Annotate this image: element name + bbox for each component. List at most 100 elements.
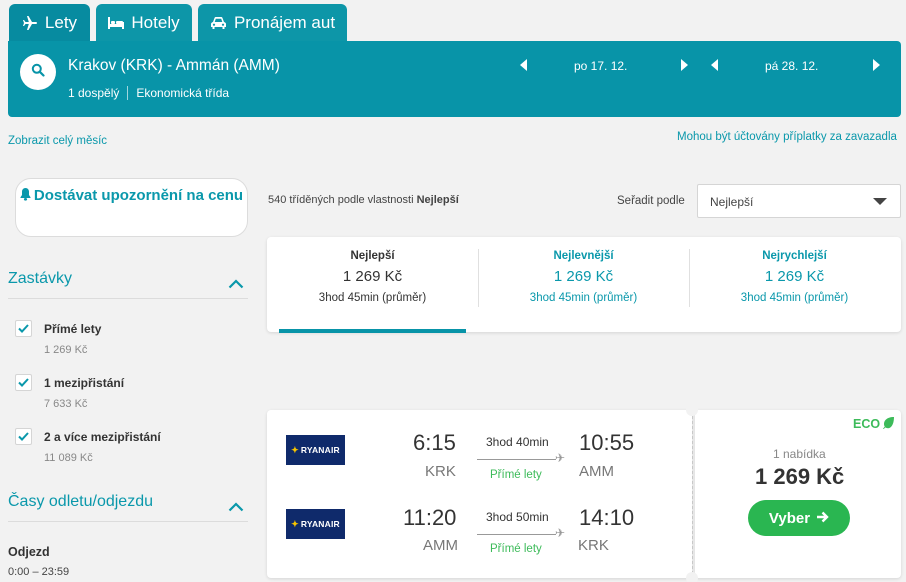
- depart-next-arrow-icon[interactable]: [678, 58, 690, 72]
- divider: [692, 416, 693, 574]
- sort-tab-title: Nejrychlejší: [762, 250, 827, 262]
- whole-month-link[interactable]: Zobrazit celý měsíc: [8, 135, 107, 147]
- sort-tab-title: Nejlepší: [350, 250, 395, 262]
- stops-two-plus-price: 11 089 Kč: [44, 452, 93, 464]
- times-title[interactable]: Časy odletu/odjezdu: [8, 493, 153, 511]
- checkmark-icon: [18, 374, 29, 392]
- departure-label: Odjezd: [8, 545, 50, 559]
- price-alert-label: Dostávat upozornění na cenu: [33, 187, 244, 204]
- passengers-text: 1 dospělý: [68, 86, 120, 100]
- sort-tab-cheapest[interactable]: Nejlevnější 1 269 Kč 3hod 45min (průměr): [478, 237, 689, 332]
- sort-select[interactable]: Nejlepší: [697, 184, 901, 218]
- flight-price: 1 269 Kč: [755, 464, 845, 489]
- card-notch: [686, 572, 698, 582]
- stops-info: Přímé lety: [490, 543, 542, 555]
- plane-icon: [22, 15, 38, 31]
- card-notch: [686, 404, 698, 416]
- stops-two-plus-checkbox[interactable]: [15, 428, 32, 445]
- chevron-up-icon[interactable]: [228, 276, 244, 289]
- harp-icon: ✦: [291, 518, 299, 529]
- cabin-class-text: Ekonomická třída: [136, 86, 230, 100]
- active-tab-indicator: [279, 329, 466, 333]
- tab-hotels[interactable]: Hotely: [96, 4, 192, 42]
- sort-tabs: Nejlepší 1 269 Kč 3hod 45min (průměr) Ne…: [267, 237, 901, 332]
- route-text[interactable]: Krakov (KRK) - Ammán (AMM): [68, 57, 280, 75]
- arrival-time: 14:10: [579, 505, 635, 530]
- chevron-up-icon[interactable]: [228, 499, 244, 512]
- stops-two-plus-label[interactable]: 2 a více mezipřistání: [44, 430, 161, 444]
- trip-meta[interactable]: 1 dospělý Ekonomická třída: [68, 86, 229, 100]
- flight-card-price-panel: [695, 410, 901, 578]
- price-alert-button[interactable]: Dostávat upozornění na cenu: [15, 178, 248, 237]
- departure-airport: KRK: [425, 463, 456, 480]
- route-line: [477, 534, 556, 535]
- sort-tab-duration: 3hod 45min (průměr): [318, 292, 427, 304]
- stops-one-checkbox[interactable]: [15, 374, 32, 391]
- departure-range: 0:00 – 23:59: [8, 566, 70, 578]
- car-icon: [210, 16, 227, 30]
- search-summary-bar: [8, 41, 901, 117]
- sort-tab-best[interactable]: Nejlepší 1 269 Kč 3hod 45min (průměr): [267, 237, 478, 332]
- stops-one-label[interactable]: 1 mezipřistání: [44, 376, 124, 390]
- baggage-fees-link[interactable]: Mohou být účtovány příplatky za zavazadl…: [677, 131, 897, 143]
- arrival-time: 10:55: [579, 430, 635, 455]
- sort-tab-price: 1 269 Kč: [342, 268, 403, 285]
- stops-direct-label[interactable]: Přímé lety: [44, 322, 101, 336]
- harp-icon: ✦: [291, 444, 299, 455]
- divider: [8, 521, 248, 522]
- search-button[interactable]: [20, 54, 56, 90]
- results-count-text: 540 tříděných podle vlastnosti: [268, 194, 414, 206]
- departure-airport: AMM: [423, 537, 458, 554]
- airline-name: RYANAIR: [300, 519, 340, 529]
- stops-info: Přímé lety: [490, 469, 542, 481]
- eco-label: ECO: [853, 417, 881, 431]
- eco-badge: ECO: [853, 416, 895, 432]
- divider: [127, 86, 129, 100]
- depart-prev-arrow-icon[interactable]: [517, 58, 529, 72]
- search-icon: [31, 63, 45, 82]
- tab-label: Lety: [44, 13, 78, 32]
- sort-tab-fastest[interactable]: Nejrychlejší 1 269 Kč 3hod 45min (průměr…: [689, 237, 900, 332]
- arrival-airport: AMM: [579, 463, 614, 480]
- return-date[interactable]: pá 28. 12.: [765, 59, 818, 73]
- divider: [8, 298, 248, 299]
- flight-duration: 3hod 50min: [486, 510, 549, 524]
- sort-tab-title: Nejlevnější: [553, 250, 614, 262]
- airline-name: RYANAIR: [300, 445, 340, 455]
- sort-tab-duration: 3hod 45min (průměr): [529, 292, 638, 304]
- return-next-arrow-icon[interactable]: [870, 58, 882, 72]
- arrow-right-icon: [816, 510, 829, 527]
- select-button-label: Vyber: [768, 509, 811, 527]
- tab-car-rental[interactable]: Pronájem aut: [198, 4, 347, 42]
- return-prev-arrow-icon[interactable]: [708, 58, 720, 72]
- departure-time: 6:15: [413, 430, 456, 455]
- sort-label: Seřadit podle: [617, 195, 685, 207]
- airline-logo: ✦ RYANAIR: [286, 509, 345, 539]
- bed-icon: [108, 16, 125, 30]
- sort-tab-price: 1 269 Kč: [553, 268, 614, 285]
- leaf-icon: [882, 416, 895, 432]
- departure-time: 11:20: [403, 505, 457, 530]
- stops-direct-checkbox[interactable]: [15, 320, 32, 337]
- results-sort-key: Nejlepší: [416, 194, 459, 206]
- sort-tab-duration: 3hod 45min (průměr): [740, 292, 849, 304]
- results-count: 540 tříděných podle vlastnosti Nejlepší: [268, 194, 459, 206]
- plane-icon: ✈: [555, 526, 566, 540]
- arrival-airport: KRK: [578, 537, 609, 554]
- stops-title[interactable]: Zastávky: [8, 270, 72, 288]
- tab-label: Hotely: [131, 13, 180, 32]
- plane-icon: ✈: [555, 451, 566, 465]
- tab-flights[interactable]: Lety: [9, 4, 90, 42]
- tab-label: Pronájem aut: [233, 13, 336, 32]
- checkmark-icon: [18, 428, 29, 446]
- route-line: [477, 459, 556, 460]
- select-flight-button[interactable]: Vyber: [748, 500, 850, 536]
- depart-date[interactable]: po 17. 12.: [574, 59, 627, 73]
- sort-select-value: Nejlepší: [710, 195, 754, 209]
- checkmark-icon: [18, 320, 29, 338]
- caret-down-icon[interactable]: [873, 198, 887, 205]
- sort-tab-price: 1 269 Kč: [764, 268, 825, 285]
- bell-icon: [20, 185, 31, 209]
- stops-one-price: 7 633 Kč: [44, 398, 88, 410]
- offers-count: 1 nabídka: [773, 447, 826, 461]
